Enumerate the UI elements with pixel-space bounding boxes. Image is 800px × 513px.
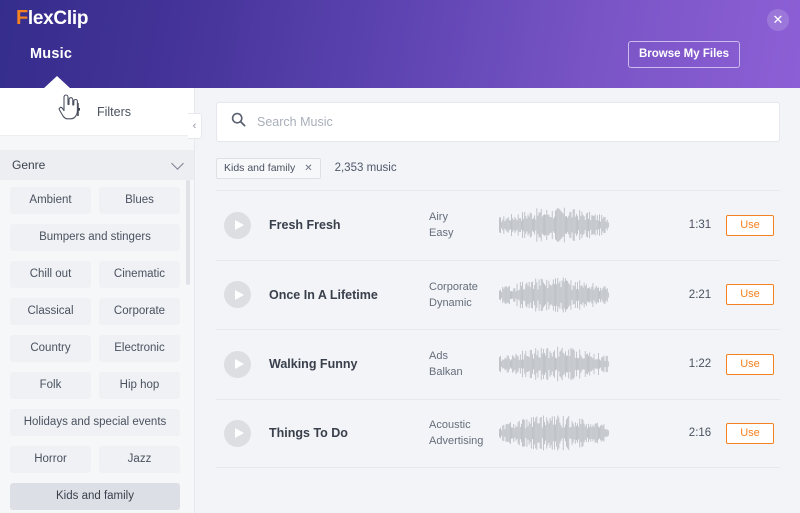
genre-tag[interactable]: Electronic <box>99 335 180 362</box>
sidebar-collapse-button[interactable]: ‹ <box>188 113 202 139</box>
play-icon <box>234 289 244 300</box>
use-button[interactable]: Use <box>726 214 774 236</box>
genre-tag-list: Ambient Blues Bumpers and stingers Chill ou… <box>0 180 194 513</box>
use-button[interactable]: Use <box>726 353 774 375</box>
track-tags: Corporate Dynamic <box>429 279 499 311</box>
waveform-icon[interactable] <box>499 415 674 451</box>
music-main-panel: Kids and family ✕ 2,353 music Fresh Fres… <box>196 88 800 513</box>
track-tag-primary: Corporate <box>429 280 478 293</box>
track-tag-primary: Airy <box>429 211 448 224</box>
body-container: Filters Genre Ambient Blues Bumpers and st… <box>0 88 800 513</box>
play-button[interactable] <box>224 419 251 447</box>
active-filter-row: Kids and family ✕ 2,353 music <box>216 157 780 179</box>
genre-tag[interactable]: Corporate <box>99 298 180 325</box>
track-list: Fresh Fresh Airy Easy 1:31 Use Once In A Life… <box>216 190 780 510</box>
genre-tag[interactable]: Blues <box>99 187 180 214</box>
track-row[interactable]: Walking Funny Ads Balkan 1:22 Use <box>216 329 780 399</box>
track-tag-secondary: Balkan <box>429 366 463 379</box>
play-icon <box>234 428 244 439</box>
filter-chip-remove-icon[interactable]: ✕ <box>304 163 312 174</box>
track-row[interactable]: Fresh Fresh Airy Easy 1:31 Use <box>216 190 780 260</box>
track-title: Once In A Lifetime <box>269 287 378 302</box>
logo-text: lexClip <box>27 8 89 29</box>
sliders-icon <box>63 102 81 122</box>
genre-tag[interactable]: Holidays and special events <box>10 409 180 436</box>
close-icon[interactable]: ✕ <box>767 9 789 31</box>
play-button[interactable] <box>224 350 251 378</box>
track-tag-secondary: Dynamic <box>429 296 472 309</box>
app-header: FlexClip Music Browse My Files ✕ <box>0 0 800 88</box>
genre-tag[interactable]: Cinematic <box>99 261 180 288</box>
tab-music[interactable]: Music <box>30 46 72 62</box>
genre-dropdown-header[interactable]: Genre <box>0 150 194 180</box>
waveform-icon[interactable] <box>499 346 674 382</box>
flexclip-logo: FlexClip <box>16 7 88 30</box>
play-icon <box>234 359 244 370</box>
search-box[interactable] <box>216 102 780 142</box>
genre-tag[interactable]: Country <box>10 335 91 362</box>
track-duration: 1:22 <box>688 358 712 371</box>
tab-active-notch-icon <box>43 76 71 88</box>
play-button[interactable] <box>224 281 251 309</box>
track-tag-primary: Ads <box>429 350 448 363</box>
track-tags: Ads Balkan <box>429 348 499 380</box>
genre-tag[interactable]: Hip hop <box>99 372 180 399</box>
track-row[interactable]: Things To Do Acoustic Advertising 2:16 Use <box>216 398 780 468</box>
genre-tag[interactable]: Horror <box>10 446 91 473</box>
track-tag-secondary: Easy <box>429 227 454 240</box>
filters-header[interactable]: Filters <box>0 88 194 136</box>
genre-tag[interactable]: Kids and family <box>10 483 180 510</box>
waveform-icon[interactable] <box>499 277 674 313</box>
chevron-down-icon <box>171 157 184 170</box>
genre-tag[interactable]: Ambient <box>10 187 91 214</box>
track-duration: 2:21 <box>688 288 712 301</box>
track-tag-secondary: Advertising <box>429 435 484 448</box>
waveform-icon[interactable] <box>499 207 674 243</box>
play-icon <box>234 220 244 231</box>
filter-chip-label: Kids and family <box>224 162 296 174</box>
browse-my-files-button[interactable]: Browse My Files <box>628 41 740 68</box>
track-duration: 1:31 <box>688 219 712 232</box>
filter-chip-kids-and-family[interactable]: Kids and family ✕ <box>216 157 321 179</box>
track-duration: 2:16 <box>688 427 712 440</box>
track-row[interactable]: Once In A Lifetime Corporate Dynamic 2:21 Us… <box>216 259 780 330</box>
results-count: 2,353 music <box>334 162 397 174</box>
filters-sidebar: Filters Genre Ambient Blues Bumpers and st… <box>0 88 195 513</box>
track-tags: Airy Easy <box>429 209 499 241</box>
genre-label: Genre <box>12 158 46 172</box>
use-button[interactable]: Use <box>726 284 774 306</box>
genre-tag[interactable]: Jazz <box>99 446 180 473</box>
sidebar-scrollbar[interactable] <box>186 180 190 285</box>
track-title: Things To Do <box>269 426 348 441</box>
track-tags: Acoustic Advertising <box>429 417 499 449</box>
track-tag-primary: Acoustic <box>429 419 471 432</box>
genre-tag[interactable]: Bumpers and stingers <box>10 224 180 251</box>
filters-label: Filters <box>96 104 132 119</box>
play-button[interactable] <box>224 211 251 239</box>
use-button[interactable]: Use <box>726 422 774 444</box>
track-title: Fresh Fresh <box>269 218 341 233</box>
search-icon <box>231 112 246 132</box>
logo-f-icon: F <box>16 7 28 29</box>
genre-tag[interactable]: Classical <box>10 298 91 325</box>
genre-tag[interactable]: Chill out <box>10 261 91 288</box>
search-input[interactable] <box>257 115 765 129</box>
track-title: Walking Funny <box>269 357 358 372</box>
genre-tag[interactable]: Folk <box>10 372 91 399</box>
